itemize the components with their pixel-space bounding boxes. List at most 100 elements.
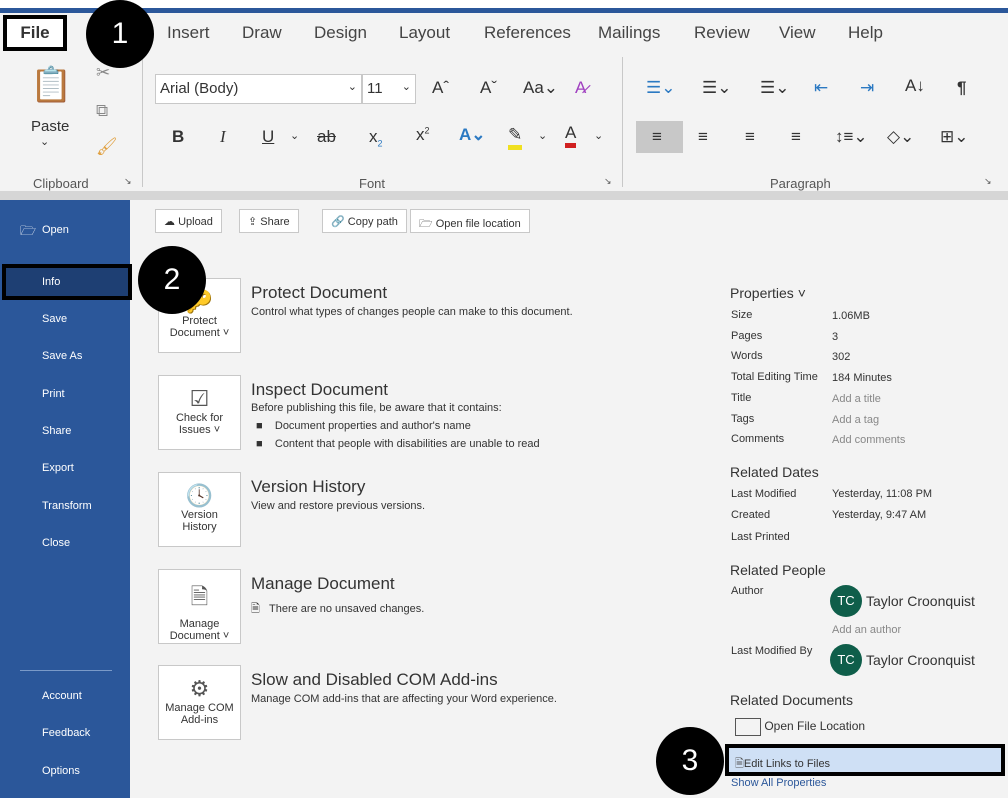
bullet-text: Document properties and author's name (274, 420, 471, 432)
sidebar-item-options[interactable]: Options (42, 765, 80, 777)
properties-heading[interactable]: Properties ˅ (730, 285, 806, 301)
italic-icon[interactable]: I (220, 127, 226, 147)
change-case-icon[interactable]: Aa⌄ (523, 78, 558, 98)
sidebar-item-info[interactable]: Info (42, 276, 60, 288)
paste-button[interactable]: Paste (31, 118, 69, 135)
section-description: Before publishing this file, be aware th… (251, 402, 502, 414)
font-size-value: 11 (367, 80, 383, 97)
highlight-icon[interactable]: ✎ (508, 125, 523, 150)
comments-input[interactable]: Add comments (832, 434, 905, 446)
manage-com-addins-button[interactable]: ⚙ Manage COM Add-ins (158, 665, 241, 740)
sidebar-item-export[interactable]: Export (42, 462, 74, 474)
grow-font-icon[interactable]: Aˆ (432, 78, 449, 98)
sort-icon[interactable]: A↓ (905, 76, 925, 96)
tab-file[interactable]: File (3, 15, 67, 51)
paragraph-mark-icon[interactable]: ¶ (957, 78, 966, 98)
bullet-item: ■ Document properties and author's name (256, 420, 471, 432)
tab-insert[interactable]: Insert (167, 23, 210, 43)
tab-draw[interactable]: Draw (242, 23, 282, 43)
sidebar-item-feedback[interactable]: Feedback (42, 727, 90, 739)
sidebar-item-share[interactable]: Share (42, 425, 71, 437)
show-all-properties-link[interactable]: Show All Properties (731, 777, 826, 789)
history-icon: 🕓 (185, 483, 214, 508)
share-button[interactable]: ⇪ Share (239, 209, 299, 233)
numbering-icon[interactable]: ☰⌄ (702, 78, 731, 98)
open-file-location-button[interactable]: 🗁 Open file location (410, 209, 530, 233)
sidebar-item-info-selected[interactable] (2, 264, 132, 300)
tab-layout[interactable]: Layout (399, 23, 450, 43)
open-file-location-link[interactable]: Open File Location (735, 718, 865, 736)
property-label: Words (731, 350, 763, 362)
ribbon: 📋 Paste ⌄ ✂ ⧉ 🖌 Clipboard ↘ Arial (Body)… (0, 55, 1008, 192)
font-color-icon[interactable]: A (565, 123, 577, 148)
sidebar-item-transform[interactable]: Transform (42, 500, 92, 512)
decrease-indent-icon[interactable]: ⇤ (814, 78, 828, 98)
tab-review[interactable]: Review (694, 23, 750, 43)
increase-indent-icon[interactable]: ⇥ (860, 78, 874, 98)
link-icon: 🗎 (735, 758, 744, 770)
sidebar-item-save-as[interactable]: Save As (42, 350, 82, 362)
section-description: Control what types of changes people can… (251, 306, 573, 318)
copy-icon[interactable]: ⧉ (96, 101, 108, 121)
borders-icon[interactable]: ⊞⌄ (940, 127, 969, 147)
chevron-down-icon[interactable]: ⌄ (594, 129, 603, 142)
sidebar-item-open[interactable]: Open (42, 224, 69, 236)
strikethrough-icon[interactable]: ab (317, 127, 336, 147)
dialog-launcher-icon[interactable]: ↘ (124, 176, 132, 187)
text-effects-icon[interactable]: A⌄ (459, 125, 486, 145)
bullets-icon[interactable]: ☰⌄ (646, 78, 675, 98)
dialog-launcher-icon[interactable]: ↘ (984, 176, 992, 187)
clear-formatting-icon[interactable]: A̷ (575, 78, 586, 98)
align-center-icon[interactable]: ≡ (698, 127, 708, 147)
related-people-heading: Related People (730, 562, 826, 578)
subscript-icon[interactable]: x2 (369, 127, 383, 148)
section-title: Inspect Document (251, 380, 389, 399)
button-label: Add-ins (180, 714, 219, 726)
paste-icon[interactable]: 📋 (30, 65, 72, 105)
dialog-launcher-icon[interactable]: ↘ (604, 176, 612, 187)
open-file-location-label: Open file location (435, 218, 521, 230)
justify-icon[interactable]: ≡ (791, 127, 801, 147)
shrink-font-icon[interactable]: Aˇ (480, 78, 497, 98)
tab-help[interactable]: Help (848, 23, 883, 43)
tags-input[interactable]: Add a tag (832, 414, 879, 426)
link-label: Edit Links to Files (743, 758, 831, 770)
chevron-down-icon[interactable]: ⌄ (290, 129, 299, 142)
sidebar-item-account[interactable]: Account (42, 690, 82, 702)
edit-links-to-files-button[interactable]: 🗎Edit Links to Files (725, 744, 1005, 776)
font-name-select[interactable]: Arial (Body) ⌄ (155, 74, 362, 104)
superscript-icon[interactable]: x2 (416, 125, 430, 145)
chevron-down-icon[interactable]: ⌄ (538, 129, 547, 142)
font-size-select[interactable]: 11 ⌄ (362, 74, 416, 104)
shading-icon[interactable]: ◇⌄ (887, 127, 914, 147)
tab-design[interactable]: Design (314, 23, 367, 43)
format-painter-icon[interactable]: 🖌 (96, 137, 118, 157)
property-label: Pages (731, 330, 763, 342)
tab-mailings[interactable]: Mailings (598, 23, 660, 43)
sidebar-item-save[interactable]: Save (42, 313, 67, 325)
sidebar-item-close[interactable]: Close (42, 537, 70, 549)
align-left-button[interactable]: ≡ (636, 121, 683, 153)
title-input[interactable]: Add a title (832, 393, 881, 405)
chevron-down-icon[interactable]: ⌄ (40, 135, 49, 148)
copy-path-button[interactable]: 🔗 Copy path (322, 209, 407, 233)
multilevel-list-icon[interactable]: ☰⌄ (760, 78, 789, 98)
property-label: Size (731, 309, 753, 321)
add-author-input[interactable]: Add an author (832, 624, 901, 636)
date-label: Created (731, 509, 771, 521)
underline-icon[interactable]: U (262, 127, 274, 147)
version-history-button[interactable]: 🕓 Version History (158, 472, 241, 547)
author-name[interactable]: Taylor Croonquist (866, 593, 975, 609)
modified-by-name[interactable]: Taylor Croonquist (866, 652, 975, 668)
sidebar-item-print[interactable]: Print (42, 388, 65, 400)
tab-view[interactable]: View (779, 23, 816, 43)
upload-button[interactable]: ☁ Upload (155, 209, 222, 233)
section-description: View and restore previous versions. (251, 500, 426, 512)
tab-references[interactable]: References (484, 23, 571, 43)
manage-document-button[interactable]: 🗎 Manage Document ˅ (158, 569, 241, 644)
check-for-issues-button[interactable]: ☑ Check for Issues ˅ (158, 375, 241, 450)
bold-icon[interactable]: B (172, 127, 184, 147)
line-spacing-icon[interactable]: ↕≡⌄ (835, 127, 868, 147)
button-label: Document ˅ (169, 327, 230, 339)
align-right-icon[interactable]: ≡ (745, 127, 755, 147)
